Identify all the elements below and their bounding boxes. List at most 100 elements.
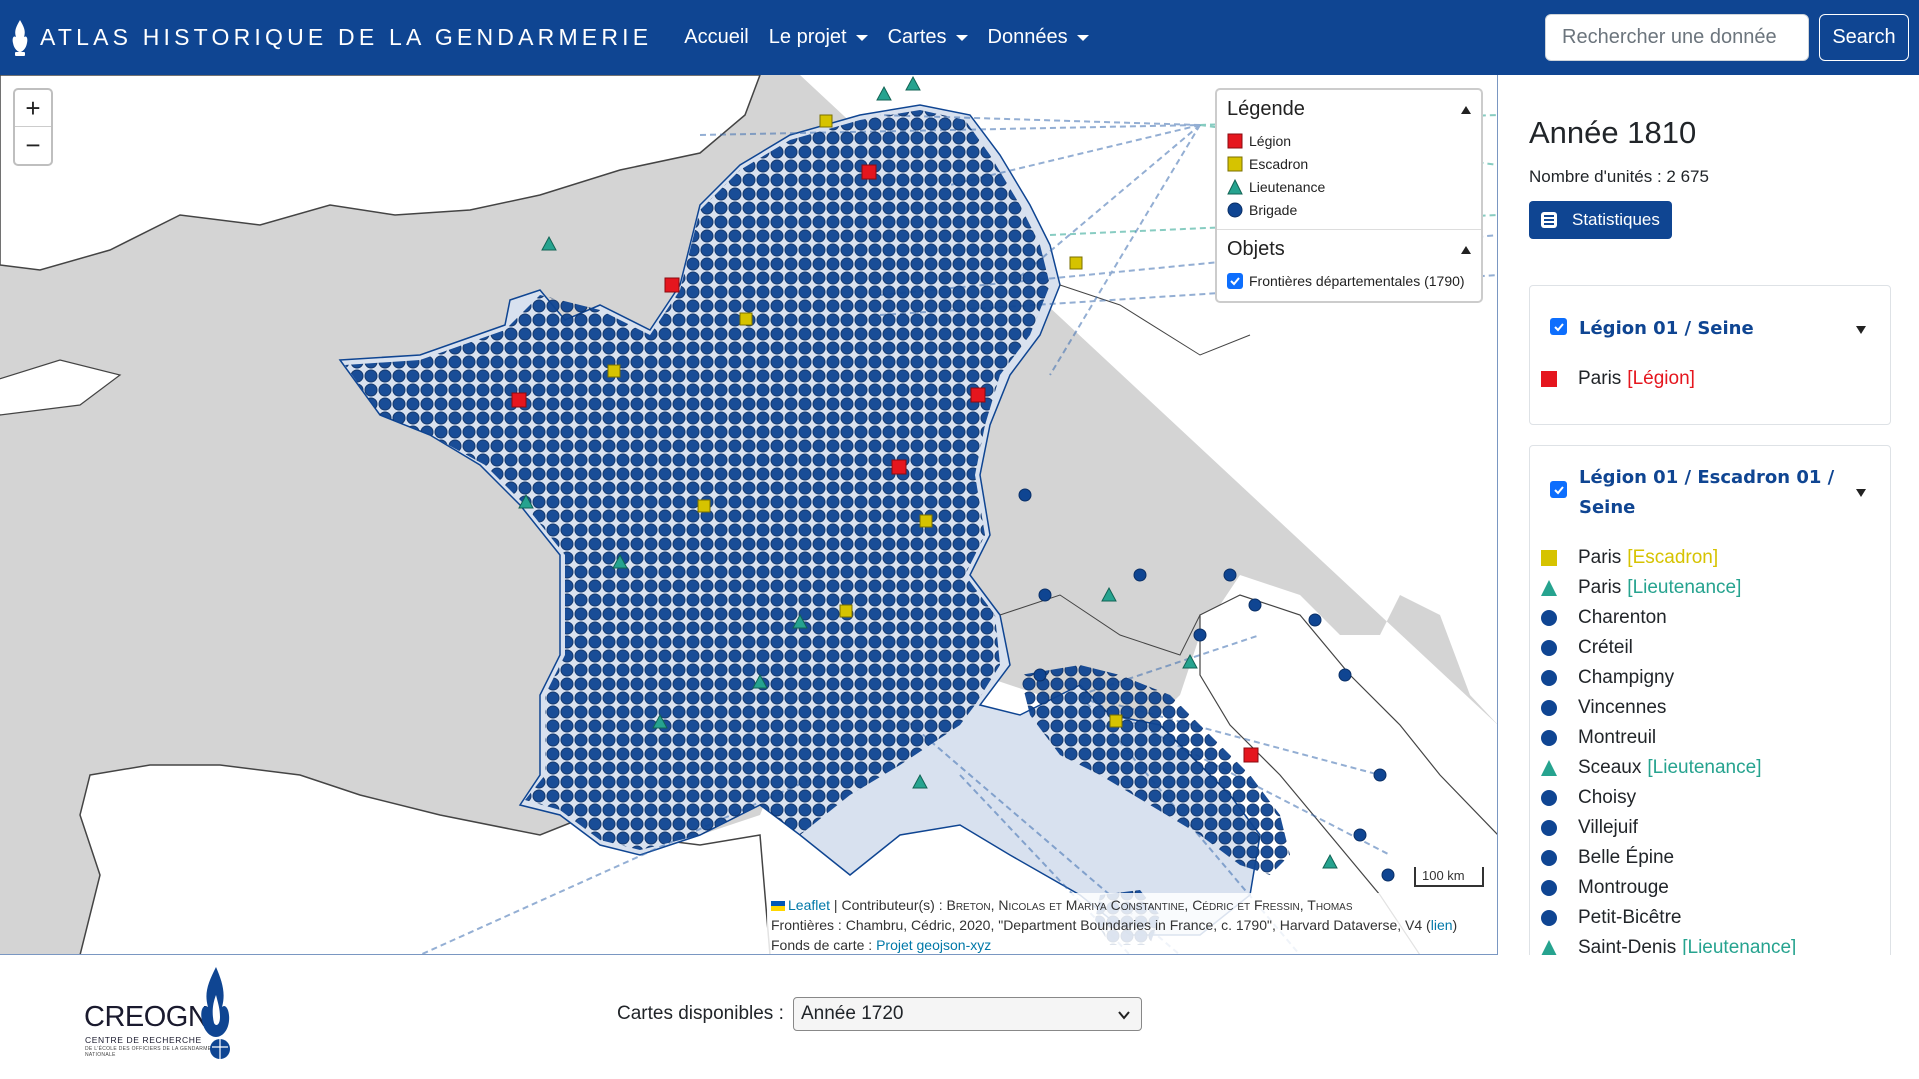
legend-title: Légende — [1227, 98, 1305, 120]
unit-item[interactable]: Paris [Lieutenance] — [1540, 573, 1880, 603]
nav-item-le-projet[interactable]: Le projet — [759, 26, 878, 49]
card-title: Légion 01 / Escadron 01 / Seine — [1579, 467, 1835, 518]
maps-select-value: Année 1720 — [801, 1003, 904, 1024]
nav-item-cartes[interactable]: Cartes — [878, 26, 978, 49]
blue-circle-icon — [1540, 879, 1558, 897]
unit-name: Montreuil — [1578, 727, 1657, 748]
map-view[interactable]: + − Légende Légion Escadron Lieutenance — [0, 75, 1498, 955]
unit-name: Petit-Bicêtre — [1578, 907, 1682, 928]
zoom-out-button[interactable]: − — [15, 127, 51, 164]
legend-item-escadron: Escadron — [1227, 152, 1471, 175]
attribution-line-1: Leaflet | Contributeur(s) : Breton, Nico… — [771, 895, 1495, 915]
checkbox-checked-icon[interactable] — [1550, 318, 1567, 335]
nav-menu: Accueil Le projet Cartes Données — [674, 26, 1098, 49]
search-input[interactable] — [1545, 14, 1809, 61]
yellow-square-icon — [1540, 549, 1558, 567]
chevron-down-icon[interactable] — [1856, 326, 1866, 334]
unit-name: Villejuif — [1578, 817, 1638, 838]
blue-circle-icon — [1540, 609, 1558, 627]
chevron-down-icon[interactable] — [1856, 489, 1866, 497]
caret-down-icon — [855, 34, 868, 41]
objects-section: Objets Frontières départementales (1790) — [1217, 229, 1481, 301]
unit-name: Créteil — [1578, 637, 1633, 658]
legend-item-brigade: Brigade — [1227, 198, 1471, 221]
collapse-up-icon — [1461, 245, 1471, 254]
object-label: Frontières départementales (1790) — [1249, 273, 1465, 289]
unit-name: Belle Épine — [1578, 847, 1675, 868]
unit-item[interactable]: Paris [Escadron] — [1540, 543, 1880, 573]
statistics-button[interactable]: Statistiques — [1529, 201, 1672, 239]
sidebar[interactable]: Année 1810 Nombre d'unités : 2 675 Stati… — [1499, 75, 1919, 955]
legend-item-label: Légion — [1249, 132, 1292, 149]
card-title: Légion 01 / Seine — [1579, 318, 1754, 339]
unit-item[interactable]: Créteil — [1540, 633, 1880, 663]
unit-item[interactable]: Petit-Bicêtre — [1540, 903, 1880, 933]
blue-circle-icon — [1540, 699, 1558, 717]
objects-header[interactable]: Objets — [1227, 238, 1471, 261]
search-button[interactable]: Search — [1819, 14, 1909, 61]
unit-item[interactable]: Villejuif — [1540, 813, 1880, 843]
flame-logo-icon — [12, 19, 28, 56]
unit-item[interactable]: Montreuil — [1540, 723, 1880, 753]
unit-item[interactable]: Paris [Légion] — [1540, 364, 1880, 394]
collapse-up-icon — [1461, 105, 1471, 114]
blue-circle-icon — [1540, 789, 1558, 807]
flame-globe-icon — [201, 967, 230, 1059]
objects-title: Objets — [1227, 238, 1285, 260]
zoom-control: + − — [13, 88, 53, 166]
legend-item-legion: Légion — [1227, 129, 1471, 152]
maps-select[interactable]: Année 1720 — [793, 997, 1142, 1031]
unit-name: Champigny — [1578, 667, 1675, 688]
unit-count: Nombre d'unités : 2 675 — [1529, 167, 1709, 186]
unit-list: Paris [Escadron] Paris [Lieutenance] Cha… — [1530, 523, 1890, 955]
unit-type: [Escadron] — [1627, 547, 1719, 568]
unit-item[interactable]: Sceaux [Lieutenance] — [1540, 753, 1880, 783]
legend-header[interactable]: Légende — [1227, 98, 1471, 121]
legend-item-label: Brigade — [1249, 201, 1298, 218]
unit-item[interactable]: Champigny — [1540, 663, 1880, 693]
card-header[interactable]: Légion 01 / Escadron 01 / Seine — [1530, 446, 1890, 523]
attribution-line-2: Frontières : Chambru, Cédric, 2020, "Dep… — [771, 917, 1458, 933]
green-triangle-icon — [1540, 939, 1558, 955]
unit-item[interactable]: Montrouge — [1540, 873, 1880, 903]
leaflet-link[interactable]: Leaflet — [788, 897, 830, 913]
red-square-icon — [1540, 370, 1558, 388]
unit-item[interactable]: Saint-Denis [Lieutenance] — [1540, 933, 1880, 955]
unit-name: Vincennes — [1578, 697, 1667, 718]
unit-name: Sceaux — [1578, 757, 1642, 778]
year-heading: Année 1810 — [1529, 115, 1697, 150]
legend-item-lieutenance: Lieutenance — [1227, 175, 1471, 198]
object-toggle-frontieres[interactable]: Frontières départementales (1790) — [1227, 269, 1471, 293]
unit-name: Saint-Denis — [1578, 937, 1677, 955]
zoom-in-button[interactable]: + — [15, 90, 51, 127]
nav-item-donnees[interactable]: Données — [978, 26, 1099, 49]
lien-link[interactable]: lien — [1431, 917, 1453, 933]
contributors: Breton, Nicolas et Mariya Constantine, C… — [946, 897, 1353, 913]
unit-list: Paris [Légion] — [1530, 344, 1890, 394]
nav-item-accueil[interactable]: Accueil — [674, 26, 758, 49]
unit-item[interactable]: Choisy — [1540, 783, 1880, 813]
legend-item-label: Lieutenance — [1249, 178, 1326, 195]
blue-circle-icon — [1540, 849, 1558, 867]
brand-link[interactable]: ATLAS HISTORIQUE DE LA GENDARMERIE — [10, 19, 652, 57]
unit-name: Charenton — [1578, 607, 1667, 628]
unit-item[interactable]: Belle Épine — [1540, 843, 1880, 873]
nav-item-label: Accueil — [684, 26, 749, 48]
unit-item[interactable]: Vincennes — [1540, 693, 1880, 723]
unit-type: [Lieutenance] — [1627, 577, 1742, 598]
map-attribution: Leaflet | Contributeur(s) : Breton, Nico… — [767, 893, 1497, 954]
geojson-xyz-link[interactable]: Projet geojson-xyz — [876, 937, 991, 953]
creogn-logo[interactable]: CREOGN CENTRE DE RECHERCHE DE L'ÉCOLE DE… — [84, 965, 244, 1061]
unit-name: Choisy — [1578, 787, 1637, 808]
legion-card: Légion 01 / Seine Paris [Légion] — [1529, 285, 1891, 425]
unit-item[interactable]: Charenton — [1540, 603, 1880, 633]
checkbox-checked-icon[interactable] — [1550, 481, 1567, 498]
maps-select-label: Cartes disponibles : — [617, 1003, 784, 1024]
green-triangle-icon — [1540, 579, 1558, 597]
red-square-icon — [1227, 133, 1243, 149]
card-header[interactable]: Légion 01 / Seine — [1530, 286, 1890, 344]
green-triangle-icon — [1227, 178, 1243, 195]
checkbox-checked-icon[interactable] — [1227, 273, 1243, 289]
list-icon — [1541, 212, 1557, 228]
blue-circle-icon — [1227, 202, 1243, 218]
